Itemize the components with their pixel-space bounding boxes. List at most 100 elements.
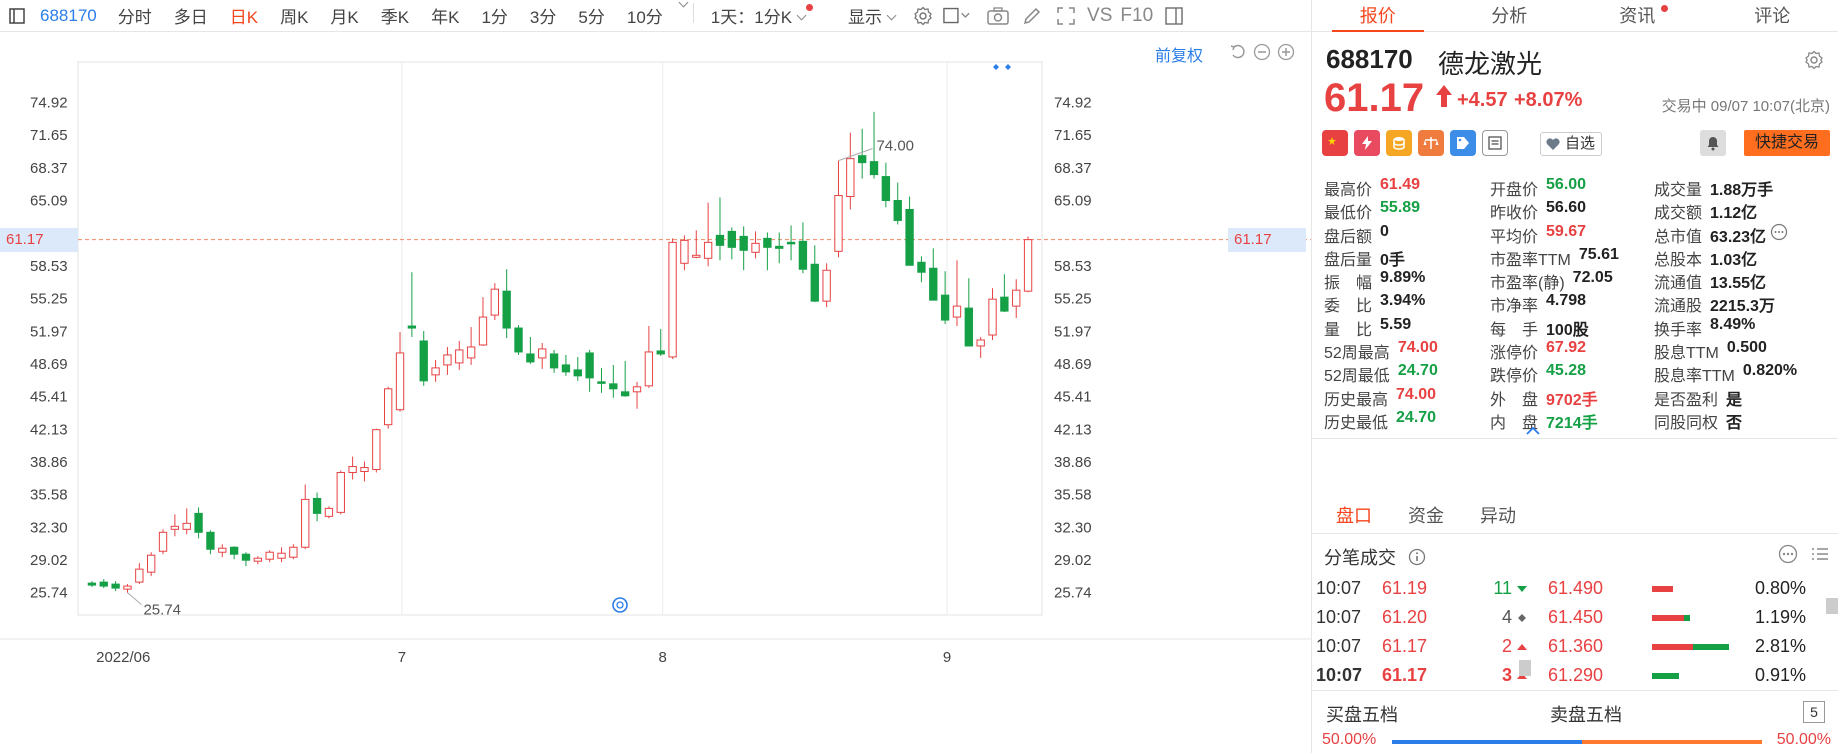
candle-body[interactable] [182,522,191,530]
candle-body[interactable] [395,352,405,411]
chevron-down-icon[interactable] [678,0,689,8]
candle-body[interactable] [360,467,369,473]
candle-body[interactable] [253,557,262,562]
candle-body[interactable] [976,339,985,347]
candle-body[interactable] [218,547,227,553]
candle-body[interactable] [893,199,902,221]
candle-body[interactable] [206,531,215,550]
candle-body[interactable] [384,388,393,426]
collapse-chevron-icon[interactable] [1526,422,1540,440]
candle-body[interactable] [372,429,381,471]
candle-body[interactable] [952,305,962,318]
candle-body[interactable] [466,346,476,359]
candle-body[interactable] [111,583,120,589]
candle-body[interactable] [798,240,808,270]
tab-capital[interactable]: 资金 [1390,502,1462,528]
news-marker-icon[interactable] [612,597,628,613]
camera-icon[interactable] [984,2,1012,30]
candle-body[interactable] [858,155,867,164]
candle-body[interactable] [407,325,417,329]
candle-body[interactable] [881,176,891,201]
fullscreen-icon[interactable] [1052,2,1080,30]
candle-body[interactable] [1012,289,1021,307]
candle-body[interactable] [810,263,819,302]
candle-body[interactable] [158,531,168,552]
candle-body[interactable] [692,254,701,258]
period-tab[interactable]: 分时 [107,3,163,28]
tab-movement[interactable]: 异动 [1462,502,1534,528]
zoom-out-icon[interactable] [1252,42,1272,62]
candle-body[interactable] [786,241,796,245]
period-tab[interactable]: 3分 [519,3,567,28]
period-tab[interactable]: 1分 [470,3,518,28]
candle-body[interactable] [703,241,713,259]
candle-body[interactable] [822,269,831,302]
period-tab[interactable]: 周K [269,3,319,28]
info-icon[interactable] [1408,548,1426,566]
candle-body[interactable] [419,340,428,382]
candle-body[interactable] [265,551,274,560]
candle-body[interactable] [478,316,488,346]
candle-body[interactable] [241,553,251,561]
candle-body[interactable] [312,497,322,514]
candle-body[interactable] [301,498,310,548]
candle-body[interactable] [514,327,523,353]
candle-body[interactable] [739,235,748,251]
candle-body[interactable] [229,546,239,555]
note-icon[interactable] [1482,130,1508,156]
candle-body[interactable] [348,466,357,474]
kline-chart[interactable]: 2022/06 7 8 9 74.92 74.92 71.65 71.65 68.37 68.37… [0,32,1311,753]
candle-body[interactable] [621,391,630,397]
candle-body[interactable] [597,381,606,384]
candle-body[interactable] [455,349,464,364]
candle-body[interactable] [561,364,571,373]
candle-body[interactable] [585,352,594,379]
reset-icon[interactable] [1228,42,1248,62]
period-tab[interactable]: 多日 [163,3,219,28]
toolbar-stock-code[interactable]: 688170 [34,6,107,26]
add-watchlist-button[interactable]: 自选 [1540,132,1603,156]
ticks-scrollbar[interactable] [1519,660,1531,676]
tab-analysis[interactable]: 分析 [1444,0,1576,31]
fast-trade-button[interactable]: 快捷交易 [1744,130,1830,156]
panel-toggle-icon[interactable] [1160,2,1188,30]
database-icon[interactable] [1386,130,1412,156]
candle-body[interactable] [869,161,879,176]
settings-gear-icon[interactable] [909,2,937,30]
pencil-icon[interactable] [1018,2,1046,30]
candle-body[interactable] [656,350,665,355]
tab-comments[interactable]: 评论 [1707,0,1838,31]
candle-body[interactable] [147,554,156,573]
candle-body[interactable] [443,354,452,366]
candle-body[interactable] [502,290,511,329]
zoom-in-icon[interactable] [1276,42,1296,62]
kline-svg[interactable]: 2022/06 7 8 9 74.92 74.92 71.65 71.65 68.37 68.37… [0,32,1311,753]
period-tab[interactable]: 10分 [616,3,674,28]
period-select[interactable]: 1天：1分K [700,3,823,28]
candle-body[interactable] [751,242,760,253]
candle-body[interactable] [668,241,677,358]
candle-body[interactable] [99,581,108,587]
candle-body[interactable] [632,386,642,393]
candle-body[interactable] [87,582,97,586]
candle-body[interactable] [775,245,784,249]
candle-body[interactable] [123,585,132,590]
vs-compare-button[interactable]: VS [1083,5,1116,27]
tag-icon[interactable] [1450,130,1476,156]
candle-body[interactable] [905,208,914,266]
candle-body[interactable] [846,158,855,198]
candle-body[interactable] [194,512,203,533]
gear-icon[interactable] [1804,50,1824,75]
candle-body[interactable] [917,261,926,273]
candle-body[interactable] [1000,296,1009,312]
period-tab[interactable]: 年K [420,3,470,28]
candle-body[interactable] [490,288,499,316]
f10-button[interactable]: F10 [1116,5,1157,27]
china-flag-icon[interactable] [1322,130,1348,156]
tab-news[interactable]: 资讯 [1575,0,1707,31]
draw-box-icon[interactable] [943,2,971,30]
candle-body[interactable] [170,525,180,530]
balance-icon[interactable] [1418,130,1444,156]
candle-body[interactable] [289,546,298,558]
bell-icon[interactable] [1700,130,1726,156]
